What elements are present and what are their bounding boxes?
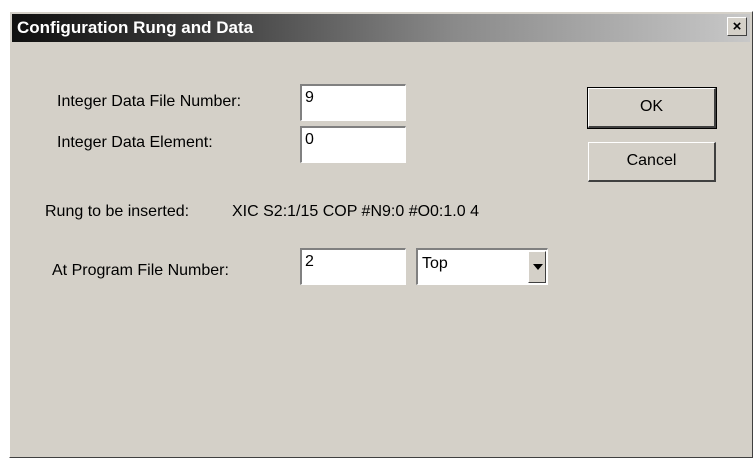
cancel-button[interactable]: Cancel xyxy=(588,142,716,182)
close-icon: × xyxy=(732,18,742,35)
file-number-input[interactable]: 9 xyxy=(300,84,406,121)
element-label: Integer Data Element: xyxy=(57,134,213,151)
position-select[interactable]: Top xyxy=(416,248,548,285)
configuration-dialog: Configuration Rung and Data × Integer Da… xyxy=(9,11,753,458)
title-bar[interactable]: Configuration Rung and Data × xyxy=(12,14,750,42)
program-file-label: At Program File Number: xyxy=(52,262,229,279)
dialog-title: Configuration Rung and Data xyxy=(17,18,254,37)
close-button[interactable]: × xyxy=(727,17,747,36)
rung-value: XIC S2:1/15 COP #N9:0 #O0:1.0 4 xyxy=(232,203,479,220)
ok-button[interactable]: OK xyxy=(587,87,717,129)
rung-label: Rung to be inserted: xyxy=(45,203,190,220)
chevron-down-icon[interactable] xyxy=(528,251,546,283)
file-number-label: Integer Data File Number: xyxy=(57,93,242,110)
program-file-input[interactable]: 2 xyxy=(300,248,406,285)
element-input[interactable]: 0 xyxy=(300,126,406,163)
position-select-value: Top xyxy=(422,255,448,272)
